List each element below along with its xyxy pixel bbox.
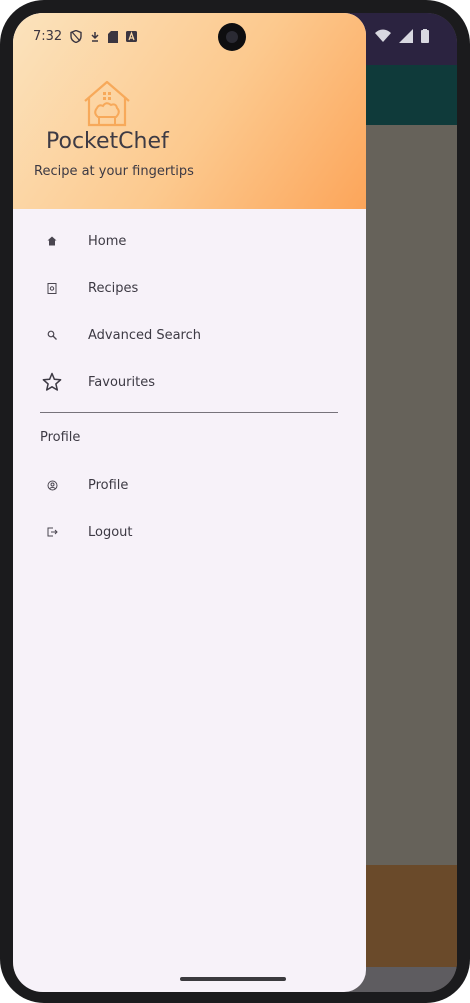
menu-item-profile[interactable]: Profile <box>27 463 352 507</box>
chef-house-icon <box>84 80 130 127</box>
app-name: PocketChef <box>46 129 169 154</box>
profile-icon <box>27 480 77 491</box>
wifi-icon <box>375 29 391 42</box>
menu-divider <box>40 412 338 413</box>
status-bar-left: 7:32 <box>33 29 138 44</box>
app-tagline: Recipe at your fingertips <box>34 164 194 179</box>
screen: 7:32 PocketChef Recipe at your fingertip… <box>13 13 457 992</box>
menu-item-advanced-search[interactable]: Advanced Search <box>27 313 352 357</box>
menu-label: Favourites <box>88 374 155 390</box>
shield-icon <box>70 30 82 43</box>
drawer-header: 7:32 PocketChef Recipe at your fingertip… <box>13 13 366 209</box>
status-time: 7:32 <box>33 29 63 44</box>
notification-icon <box>91 31 99 42</box>
battery-icon <box>421 29 429 43</box>
search-icon <box>27 330 77 340</box>
menu-label: Advanced Search <box>88 327 202 343</box>
book-icon <box>27 282 77 294</box>
menu-label: Recipes <box>88 280 139 296</box>
front-camera <box>218 23 246 51</box>
star-icon <box>27 372 77 392</box>
status-bar-right <box>375 29 429 43</box>
device-frame: 7:32 PocketChef Recipe at your fingertip… <box>0 0 470 1003</box>
menu-item-logout[interactable]: Logout <box>27 510 352 554</box>
signal-icon <box>399 29 413 43</box>
menu-item-favourites[interactable]: Favourites <box>27 360 352 404</box>
menu-label: Profile <box>88 477 129 493</box>
home-icon <box>27 236 77 246</box>
font-icon <box>126 31 138 42</box>
section-title-profile: Profile <box>40 430 81 445</box>
menu-item-home[interactable]: Home <box>27 219 352 263</box>
menu-label: Home <box>88 233 127 249</box>
sd-card-icon <box>108 30 119 43</box>
navigation-drawer: 7:32 PocketChef Recipe at your fingertip… <box>13 13 366 992</box>
menu-item-recipes[interactable]: Recipes <box>27 266 352 310</box>
gesture-home-bar[interactable] <box>180 977 286 981</box>
menu-label: Logout <box>88 524 133 540</box>
logout-icon <box>27 527 77 537</box>
